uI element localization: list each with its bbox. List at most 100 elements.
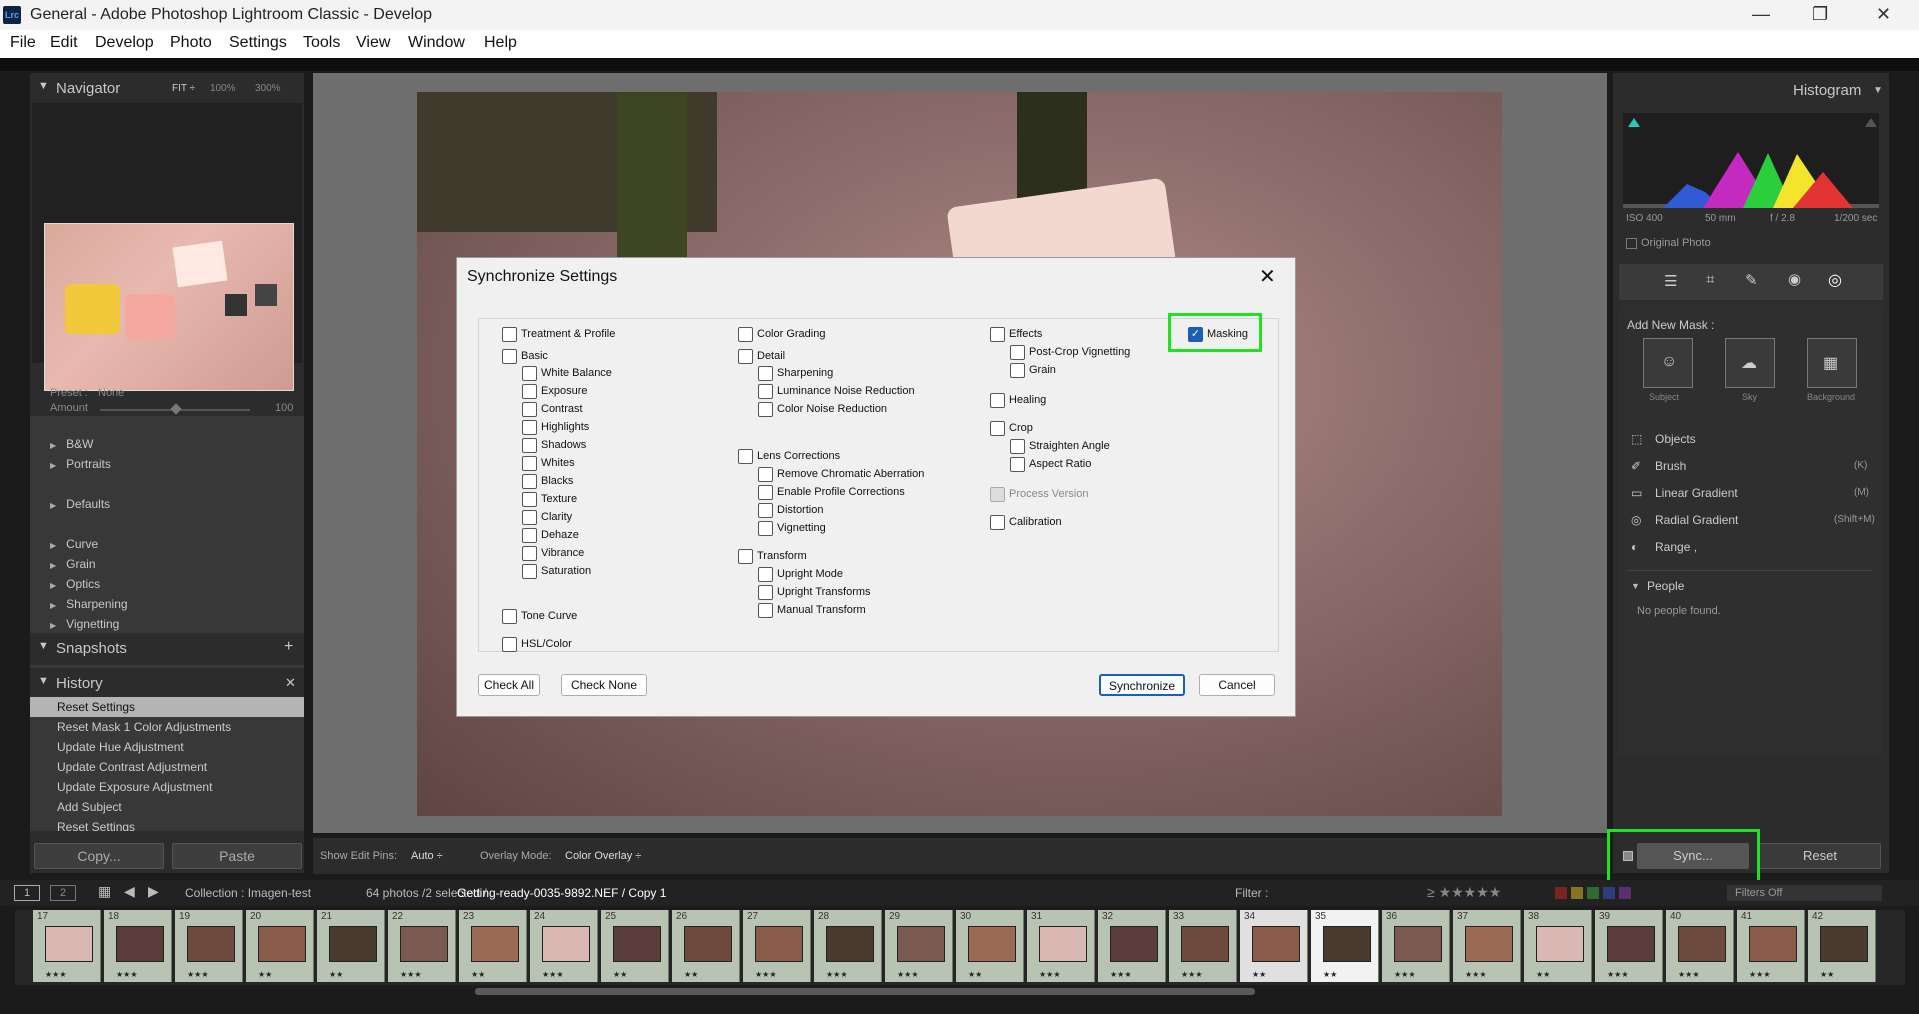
filmstrip-thumbnail[interactable]: 28 ★★★ — [814, 910, 882, 982]
grid-view-icon[interactable]: ▦ — [98, 883, 111, 900]
overlay-mode-select[interactable]: Color Overlay ÷ — [565, 850, 641, 862]
filmstrip-thumbnail[interactable]: 17 ★★★ — [33, 910, 101, 982]
checkbox-box[interactable] — [502, 636, 517, 652]
checkbox-box[interactable] — [1010, 438, 1025, 454]
back-arrow-icon[interactable]: ◀ — [124, 883, 135, 900]
checkbox-box[interactable] — [522, 419, 537, 435]
mask-linear-gradient[interactable]: Linear Gradient — [1655, 486, 1738, 500]
checkbox-vignetting[interactable]: Vignetting — [758, 520, 826, 536]
menu-photo[interactable]: Photo — [170, 34, 212, 52]
filmstrip-scrollbar[interactable] — [475, 988, 1255, 995]
checkbox-treatment-profile[interactable]: Treatment & Profile — [502, 326, 615, 342]
checkbox-box[interactable] — [522, 527, 537, 543]
red-label-filter[interactable] — [1555, 887, 1567, 899]
preset-defaults[interactable]: Defaults — [50, 497, 110, 511]
checkbox-tone-curve[interactable]: Tone Curve — [502, 608, 577, 624]
checkbox-crop[interactable]: Crop — [990, 420, 1033, 436]
checkbox-dehaze[interactable]: Dehaze — [522, 527, 579, 543]
shadow-clipping-icon[interactable] — [1628, 118, 1640, 127]
filmstrip-thumbnail[interactable]: 20 ★★ — [246, 910, 314, 982]
history-item[interactable]: Add Subject — [30, 797, 304, 817]
amount-slider[interactable] — [100, 403, 250, 415]
checkbox-upright-mode[interactable]: Upright Mode — [758, 566, 843, 582]
healing-icon[interactable]: ✎ — [1745, 271, 1758, 289]
checkbox-distortion[interactable]: Distortion — [758, 502, 823, 518]
filmstrip-thumbnail[interactable]: 25 ★★ — [601, 910, 669, 982]
checkbox-grain[interactable]: Grain — [1010, 362, 1056, 378]
crop-icon[interactable]: ⌗ — [1706, 271, 1714, 288]
history-item[interactable]: Update Contrast Adjustment — [30, 757, 304, 777]
checkbox-box[interactable] — [990, 486, 1005, 502]
checkbox-clarity[interactable]: Clarity — [522, 509, 572, 525]
checkbox-box[interactable] — [522, 545, 537, 561]
checkbox-box[interactable] — [758, 566, 773, 582]
checkbox-box[interactable] — [990, 326, 1005, 342]
preset-curve[interactable]: Curve — [50, 537, 98, 551]
mask-background-button[interactable]: ▦ — [1807, 338, 1857, 388]
checkbox-box[interactable] — [522, 455, 537, 471]
secondary-window-button[interactable]: 2 — [50, 885, 76, 901]
zoom-fit[interactable]: FIT ÷ — [172, 83, 195, 94]
mask-objects[interactable]: Objects — [1655, 432, 1696, 446]
checkbox-box[interactable] — [758, 383, 773, 399]
checkbox-box[interactable] — [522, 491, 537, 507]
history-item[interactable]: Reset Mask 1 Color Adjustments — [30, 717, 304, 737]
checkbox-box[interactable] — [502, 608, 517, 624]
menu-edit[interactable]: Edit — [50, 34, 78, 52]
edit-sliders-icon[interactable]: ☰ — [1664, 272, 1677, 290]
menu-settings[interactable]: Settings — [229, 34, 287, 52]
checkbox-saturation[interactable]: Saturation — [522, 563, 591, 579]
blue-label-filter[interactable] — [1603, 887, 1615, 899]
checkbox-box[interactable] — [990, 420, 1005, 436]
checkbox-calibration[interactable]: Calibration — [990, 514, 1062, 530]
checkbox-box[interactable] — [738, 548, 753, 564]
navigator-thumbnail[interactable] — [44, 223, 294, 391]
menu-help[interactable]: Help — [484, 34, 517, 52]
menu-window[interactable]: Window — [408, 34, 465, 52]
checkbox-color-grading[interactable]: Color Grading — [738, 326, 825, 342]
history-item[interactable]: Update Exposure Adjustment — [30, 777, 304, 797]
menu-develop[interactable]: Develop — [95, 34, 154, 52]
filmstrip-thumbnail[interactable]: 40 ★★★ — [1666, 910, 1734, 982]
yellow-label-filter[interactable] — [1571, 887, 1583, 899]
original-photo-checkbox[interactable] — [1626, 238, 1637, 249]
checkbox-box[interactable] — [502, 348, 517, 364]
mask-subject-button[interactable]: ☺ — [1643, 338, 1693, 388]
filmstrip-thumbnail[interactable]: 39 ★★★ — [1595, 910, 1663, 982]
filmstrip-thumbnail[interactable]: 21 ★★ — [317, 910, 385, 982]
filmstrip-thumbnail[interactable]: 36 ★★★ — [1382, 910, 1450, 982]
check-all-button[interactable]: Check All — [478, 674, 540, 696]
reset-button[interactable]: Reset — [1759, 843, 1881, 869]
history-item[interactable]: Update Hue Adjustment — [30, 737, 304, 757]
masking-icon[interactable]: ◎ — [1828, 270, 1842, 290]
current-file-name[interactable]: Getting-ready-0035-9892.NEF / Copy 1 — [457, 886, 666, 900]
history-header[interactable]: ▼ History ✕ — [30, 668, 304, 700]
copy-settings-button[interactable]: Copy... — [34, 843, 164, 869]
checkbox-box[interactable] — [522, 437, 537, 453]
checkbox-hsl-color[interactable]: HSL/Color — [502, 636, 572, 652]
filmstrip-thumbnail[interactable]: 34 ★★ — [1240, 910, 1308, 982]
filmstrip-thumbnail[interactable]: 27 ★★★ — [743, 910, 811, 982]
filmstrip-thumbnail[interactable]: 31 ★★★ — [1027, 910, 1095, 982]
checkbox-white-balance[interactable]: White Balance — [522, 365, 612, 381]
primary-window-button[interactable]: 1 — [14, 885, 40, 901]
purple-label-filter[interactable] — [1619, 887, 1631, 899]
checkbox-box[interactable] — [1010, 456, 1025, 472]
synchronize-button[interactable]: Synchronize — [1099, 674, 1185, 696]
zoom-100[interactable]: 100% — [210, 83, 236, 94]
checkbox-effects[interactable]: Effects — [990, 326, 1042, 342]
snapshots-header[interactable]: ▼ Snapshots + — [30, 633, 304, 665]
green-label-filter[interactable] — [1587, 887, 1599, 899]
preset-grain[interactable]: Grain — [50, 557, 95, 571]
filmstrip-thumbnail[interactable]: 29 ★★★ — [885, 910, 953, 982]
checkbox-box[interactable] — [522, 509, 537, 525]
filmstrip-thumbnail[interactable]: 35 ★★ — [1311, 910, 1379, 982]
menu-tools[interactable]: Tools — [303, 34, 340, 52]
checkbox-blacks[interactable]: Blacks — [522, 473, 573, 489]
collection-name[interactable]: Collection : Imagen-test — [185, 886, 311, 900]
checkbox-box[interactable] — [522, 563, 537, 579]
close-window-button[interactable]: ✕ — [1876, 4, 1891, 25]
checkbox-box[interactable] — [522, 473, 537, 489]
menu-view[interactable]: View — [356, 34, 390, 52]
checkbox-box[interactable] — [758, 520, 773, 536]
